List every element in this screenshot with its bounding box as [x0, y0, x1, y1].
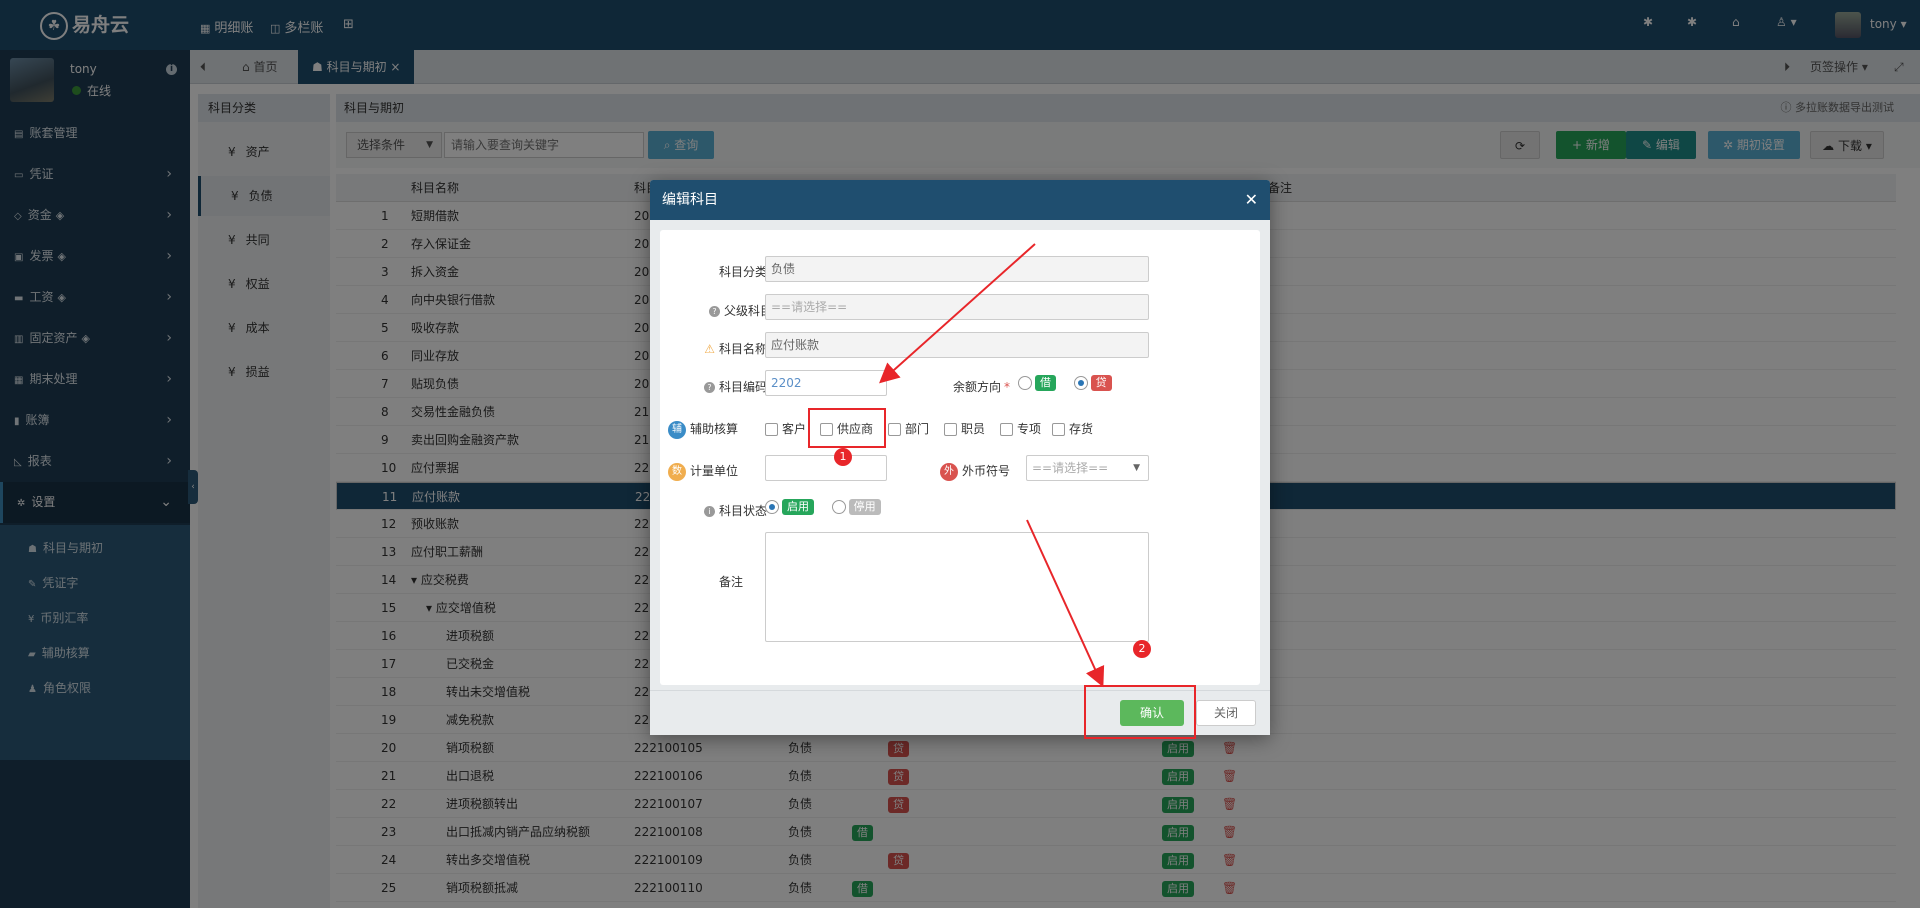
arrow-2: [1026, 519, 1105, 688]
arrow-1: [879, 243, 1036, 384]
step-badge-1: 1: [834, 448, 852, 466]
highlight-box-confirm: [1084, 685, 1196, 739]
highlight-box-supplier: [808, 408, 886, 448]
annotation-arrows: [879, 243, 1105, 688]
step-badge-2: 2: [1133, 640, 1151, 658]
